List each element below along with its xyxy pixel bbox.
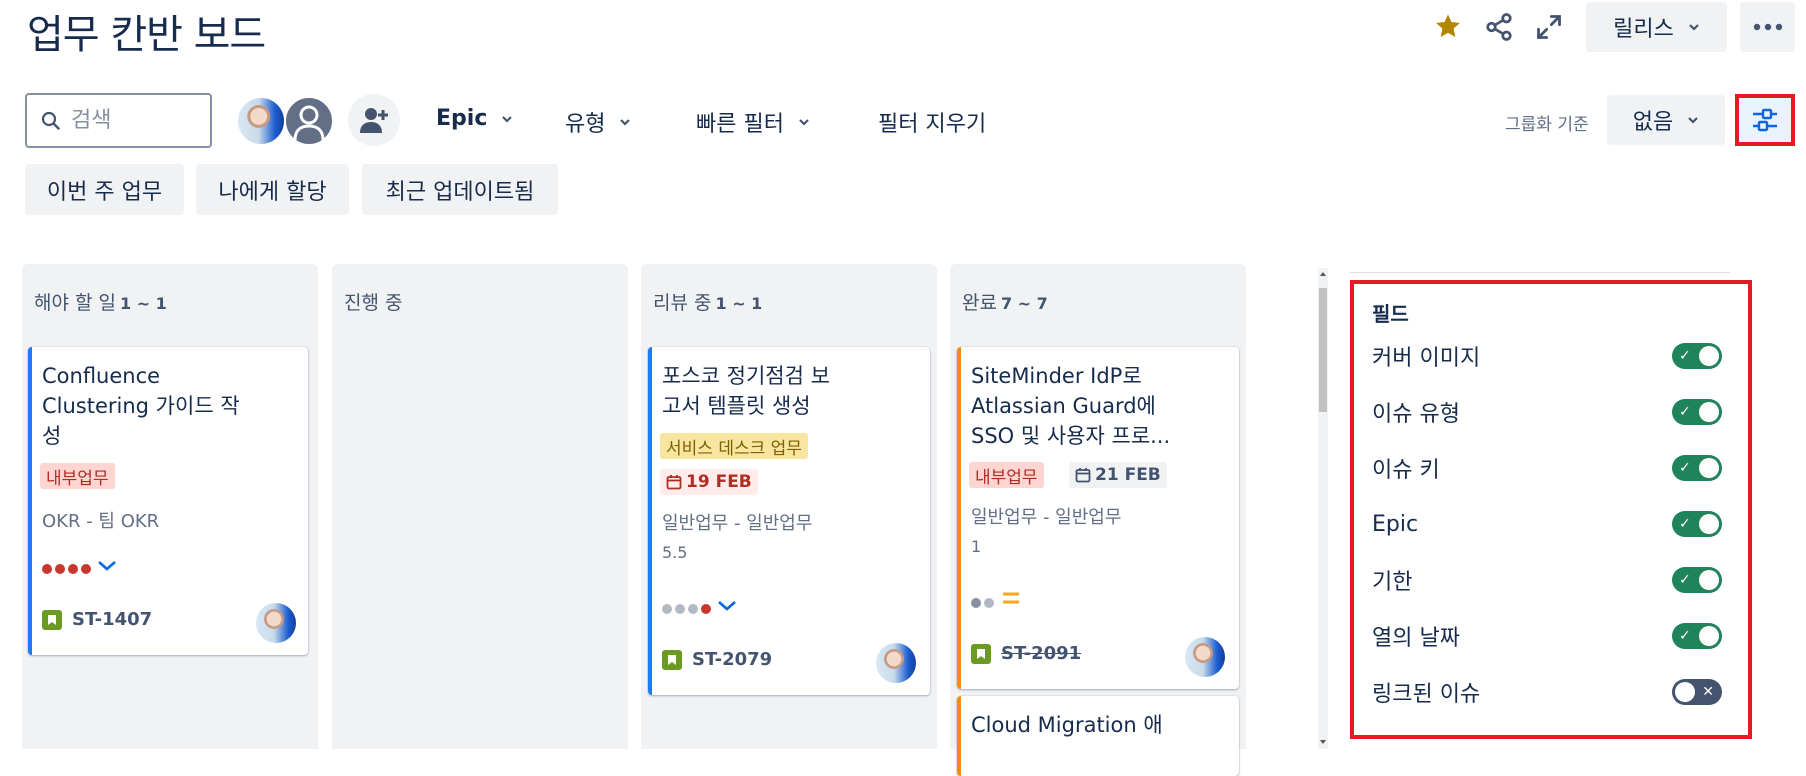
scrollbar[interactable] xyxy=(1318,268,1328,749)
field-row-due-date[interactable]: 기한 ✓ xyxy=(1372,560,1722,600)
toggle-on[interactable]: ✓ xyxy=(1672,455,1722,481)
priority-lowest-icon xyxy=(718,601,736,611)
chevron-down-icon xyxy=(620,119,631,126)
column-todo: 해야 할 일1 ~ 1 Confluence Clustering 가이드 작성 … xyxy=(22,264,318,749)
release-button[interactable]: 릴리스 xyxy=(1586,2,1727,52)
epic-text: 일반업무 - 일반업무 xyxy=(971,507,1122,528)
expand-icon[interactable] xyxy=(1532,10,1566,44)
column-done: 완료 7 ~ 7 SiteMinder IdP로 Atlassian Guard에 S… xyxy=(950,264,1246,776)
chevron-down-icon xyxy=(1689,24,1699,31)
quick-filter-label: 빠른 필터 xyxy=(696,112,784,137)
chip-recently-updated[interactable]: 최근 업데이트됨 xyxy=(362,164,558,215)
calendar-icon xyxy=(1075,468,1091,483)
label-lozenge: 내부업무 xyxy=(40,463,115,489)
card-title: 포스코 정기점검 보 고서 템플릿 생성 xyxy=(662,364,830,418)
person-icon xyxy=(293,105,325,141)
label-lozenge: 서비스 데스크 업무 xyxy=(660,433,808,459)
avatar[interactable] xyxy=(236,96,286,146)
field-row-epic[interactable]: Epic ✓ xyxy=(1372,504,1722,544)
more-icon xyxy=(1753,23,1782,31)
sliders-icon xyxy=(1753,108,1777,132)
epic-filter-label: Epic xyxy=(436,106,488,131)
release-label: 릴리스 xyxy=(1613,17,1674,42)
view-settings-button[interactable] xyxy=(1735,94,1795,146)
group-by-value: 없음 xyxy=(1632,110,1674,135)
card-title: SiteMinder IdP로 Atlassian Guard에 SSO 및 사용자… xyxy=(971,364,1171,448)
issue-card[interactable]: Confluence Clustering 가이드 작성 내부업무 OKR - 팀… xyxy=(28,347,308,655)
star-icon[interactable] xyxy=(1432,10,1464,42)
fields-title: 필드 xyxy=(1372,302,1409,326)
column-header: 리뷰 중1 ~ 1 xyxy=(653,292,763,314)
field-row-issue-key[interactable]: 이슈 키 ✓ xyxy=(1372,448,1722,488)
issue-key[interactable]: ST-2079 xyxy=(662,649,772,670)
issue-key[interactable]: ST-2091 xyxy=(971,643,1081,664)
story-points: 1 xyxy=(971,537,982,556)
group-by-label: 그룹화 기준 xyxy=(1505,115,1589,135)
assignee-avatar[interactable] xyxy=(876,643,916,683)
search-input-container[interactable] xyxy=(25,93,212,148)
toggle-on[interactable]: ✓ xyxy=(1672,511,1722,537)
epic-filter[interactable]: Epic xyxy=(436,106,513,131)
assignee-avatar[interactable] xyxy=(256,603,296,643)
column-header: 해야 할 일1 ~ 1 xyxy=(34,292,167,314)
card-title: Cloud Migration 애 xyxy=(971,713,1163,737)
field-row-cover-image[interactable]: 커버 이미지 ✓ xyxy=(1372,336,1722,376)
chip-assigned-to-me[interactable]: 나에게 할당 xyxy=(196,164,349,215)
column-header: 진행 중 xyxy=(344,292,403,314)
priority-lowest-icon xyxy=(98,561,116,571)
column-in-review: 리뷰 중1 ~ 1 포스코 정기점검 보 고서 템플릿 생성 서비스 데스크 업무… xyxy=(641,264,937,749)
add-people-button[interactable] xyxy=(348,94,400,146)
priority-dots-icon xyxy=(42,559,94,578)
due-date-badge: 19 FEB xyxy=(660,469,758,495)
calendar-icon xyxy=(666,475,682,490)
chevron-down-icon xyxy=(1688,117,1699,124)
chip-this-week[interactable]: 이번 주 업무 xyxy=(25,164,184,215)
toggle-on[interactable]: ✓ xyxy=(1672,623,1722,649)
share-icon[interactable] xyxy=(1482,10,1516,44)
page-title: 업무 칸반 보드 xyxy=(27,12,266,58)
epic-text: 일반업무 - 일반업무 xyxy=(662,513,813,534)
toggle-on[interactable]: ✓ xyxy=(1672,343,1722,369)
issue-card[interactable]: SiteMinder IdP로 Atlassian Guard에 SSO 및 사용자… xyxy=(957,347,1239,689)
story-icon xyxy=(971,643,991,664)
story-icon xyxy=(662,649,682,670)
label-lozenge: 내부업무 xyxy=(969,462,1044,488)
toggle-off[interactable]: ✕ xyxy=(1672,679,1722,705)
clear-filters-button[interactable]: 필터 지우기 xyxy=(878,106,986,138)
search-icon xyxy=(41,111,60,130)
field-row-days-in-column[interactable]: 열의 날짜 ✓ xyxy=(1372,616,1722,656)
toggle-on[interactable]: ✓ xyxy=(1672,567,1722,593)
search-input[interactable] xyxy=(71,108,191,133)
quick-filter[interactable]: 빠른 필터 xyxy=(696,106,810,138)
priority-dots-icon xyxy=(971,593,997,612)
group-by-select[interactable]: 없음 xyxy=(1607,95,1725,145)
field-row-issue-type[interactable]: 이슈 유형 ✓ xyxy=(1372,392,1722,432)
story-points: 5.5 xyxy=(662,543,688,562)
more-button[interactable] xyxy=(1740,2,1795,52)
issue-card[interactable]: 포스코 정기점검 보 고서 템플릿 생성 서비스 데스크 업무 19 FEB 일반… xyxy=(648,347,930,695)
add-person-icon xyxy=(360,108,388,133)
chevron-down-icon xyxy=(799,119,809,126)
column-in-progress: 진행 중 xyxy=(332,264,628,749)
chevron-down-icon xyxy=(502,115,513,123)
issue-key[interactable]: ST-1407 xyxy=(42,609,152,630)
due-date-badge: 21 FEB xyxy=(1069,462,1167,488)
priority-dots-icon xyxy=(662,599,714,618)
column-header: 완료 7 ~ 7 xyxy=(962,292,1048,314)
type-filter-label: 유형 xyxy=(565,112,606,137)
epic-text: OKR - 팀 OKR xyxy=(42,511,160,532)
type-filter[interactable]: 유형 xyxy=(565,106,631,138)
issue-card[interactable]: Cloud Migration 애 xyxy=(957,696,1239,776)
story-icon xyxy=(42,609,62,630)
toggle-on[interactable]: ✓ xyxy=(1672,399,1722,425)
fields-section: 필드 커버 이미지 ✓ 이슈 유형 ✓ 이슈 키 ✓ Epic ✓ 기한 ✓ 열… xyxy=(1350,280,1752,739)
priority-medium-icon xyxy=(1003,592,1019,604)
avatar-default[interactable] xyxy=(284,96,334,146)
field-row-linked-issues[interactable]: 링크된 이슈 ✕ xyxy=(1372,672,1722,712)
assignee-avatar[interactable] xyxy=(1185,637,1225,677)
card-title: Confluence Clustering 가이드 작성 xyxy=(42,364,240,448)
